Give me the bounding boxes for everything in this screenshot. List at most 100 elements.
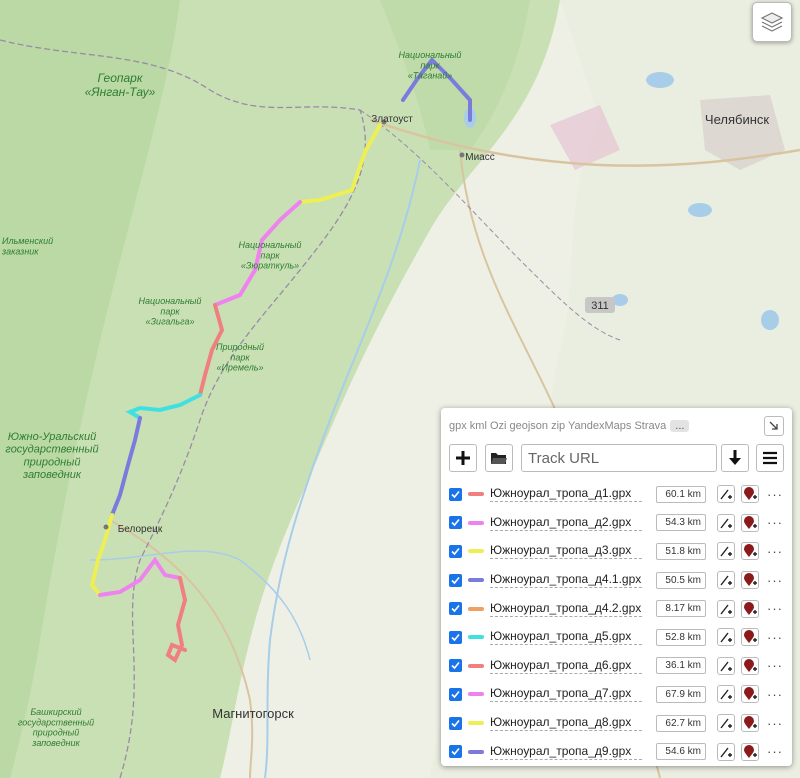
track-name[interactable]: Южноурал_тропа_д4.2.gpx <box>490 601 642 617</box>
measure-button[interactable] <box>717 485 735 504</box>
track-more-button[interactable]: ··· <box>767 573 783 588</box>
track-row: Южноурал_тропа_д4.1.gpx 50.5 km ··· <box>449 566 784 595</box>
track-color-swatch <box>468 721 484 726</box>
track-distance: 54.6 km <box>656 743 706 761</box>
formats-more-button[interactable]: ... <box>670 420 690 432</box>
track-name[interactable]: Южноурал_тропа_д8.gpx <box>490 715 642 732</box>
check-icon <box>451 605 460 613</box>
measure-button[interactable] <box>717 513 735 532</box>
pencil-plus-icon <box>720 690 732 700</box>
track-name[interactable]: Южноурал_тропа_д7.gpx <box>490 686 642 703</box>
track-name[interactable]: Южноурал_тропа_д3.gpx <box>490 543 642 560</box>
check-icon <box>451 547 460 556</box>
layers-icon <box>760 12 784 32</box>
track-distance: 36.1 km <box>656 657 706 675</box>
track-more-button[interactable]: ··· <box>767 515 783 530</box>
add-waypoint-button[interactable] <box>741 485 759 504</box>
track-row: Южноурал_тропа_д5.gpx 52.8 km ··· <box>449 623 784 652</box>
collapse-button[interactable] <box>764 416 784 436</box>
download-url-button[interactable] <box>721 444 749 472</box>
pencil-plus-icon <box>720 575 732 586</box>
add-waypoint-button[interactable] <box>741 685 759 704</box>
check-icon <box>451 490 460 498</box>
track-name[interactable]: Южноурал_тропа_д5.gpx <box>490 629 642 646</box>
add-waypoint-button[interactable] <box>741 714 759 733</box>
check-icon <box>451 748 460 756</box>
track-more-button[interactable]: ··· <box>767 630 783 645</box>
track-checkbox[interactable] <box>449 516 462 530</box>
check-icon <box>451 633 460 641</box>
track-checkbox[interactable] <box>449 602 462 616</box>
label-chelyabinsk: Челябинск <box>705 112 769 127</box>
track-color-swatch <box>468 520 484 525</box>
track-more-button[interactable]: ··· <box>767 544 783 559</box>
measure-button[interactable] <box>717 714 735 733</box>
track-more-button[interactable]: ··· <box>767 658 783 673</box>
label-magnitogorsk: Магнитогорск <box>212 706 294 721</box>
track-row: Южноурал_тропа_д7.gpx 67.9 km ··· <box>449 680 784 709</box>
marker-plus-icon <box>744 515 757 529</box>
label-beloretsk: Белорецк <box>118 524 163 535</box>
track-more-button[interactable]: ··· <box>767 744 783 759</box>
track-name[interactable]: Южноурал_тропа_д9.gpx <box>490 744 642 760</box>
pencil-plus-icon <box>720 661 732 672</box>
track-distance: 50.5 km <box>656 571 706 589</box>
track-url-input[interactable] <box>521 444 717 472</box>
track-color-swatch <box>468 578 484 583</box>
check-icon <box>451 576 460 584</box>
track-more-button[interactable]: ··· <box>767 601 783 616</box>
open-file-button[interactable] <box>485 444 513 472</box>
track-more-button[interactable]: ··· <box>767 687 783 702</box>
measure-button[interactable] <box>717 628 735 647</box>
check-icon <box>451 690 460 699</box>
hamburger-icon <box>763 451 777 465</box>
add-waypoint-button[interactable] <box>741 656 759 675</box>
track-distance: 60.1 km <box>656 485 706 503</box>
format-links[interactable]: gpx kml Ozi geojson zip YandexMaps Strav… <box>449 420 690 432</box>
track-checkbox[interactable] <box>449 630 462 644</box>
track-row: Южноурал_тропа_д8.gpx 62.7 km ··· <box>449 709 784 738</box>
measure-button[interactable] <box>717 685 735 704</box>
measure-button[interactable] <box>717 542 735 561</box>
track-color-swatch <box>468 606 484 611</box>
track-row: Южноурал_тропа_д2.gpx 54.3 km ··· <box>449 509 784 538</box>
track-panel: gpx kml Ozi geojson zip YandexMaps Strav… <box>441 408 792 766</box>
track-checkbox[interactable] <box>449 487 462 501</box>
track-checkbox[interactable] <box>449 659 462 673</box>
add-track-button[interactable] <box>449 444 477 472</box>
track-more-button[interactable]: ··· <box>767 716 783 731</box>
add-waypoint-button[interactable] <box>741 542 759 561</box>
track-checkbox[interactable] <box>449 716 462 730</box>
pencil-plus-icon <box>720 718 732 729</box>
track-name[interactable]: Южноурал_тропа_д4.1.gpx <box>490 572 642 589</box>
pencil-plus-icon <box>720 518 732 529</box>
track-checkbox[interactable] <box>449 573 462 587</box>
folder-icon <box>491 453 507 464</box>
check-icon <box>451 519 460 527</box>
track-row: Южноурал_тропа_д6.gpx 36.1 km ··· <box>449 652 784 681</box>
layers-button[interactable] <box>752 2 792 42</box>
measure-button[interactable] <box>717 571 735 590</box>
measure-button[interactable] <box>717 656 735 675</box>
measure-button[interactable] <box>717 599 735 618</box>
pencil-plus-icon <box>720 547 732 557</box>
add-waypoint-button[interactable] <box>741 571 759 590</box>
add-waypoint-button[interactable] <box>741 599 759 618</box>
track-name[interactable]: Южноурал_тропа_д1.gpx <box>490 486 642 503</box>
measure-button[interactable] <box>717 742 735 761</box>
track-checkbox[interactable] <box>449 687 462 701</box>
track-name[interactable]: Южноурал_тропа_д6.gpx <box>490 658 642 674</box>
track-name[interactable]: Южноурал_тропа_д2.gpx <box>490 515 642 531</box>
track-distance: 52.8 km <box>656 628 706 646</box>
format-list[interactable]: gpx kml Ozi geojson zip YandexMaps Strav… <box>449 420 666 432</box>
track-more-button[interactable]: ··· <box>767 487 783 502</box>
label-miass: Миасс <box>465 152 494 163</box>
track-row: Южноурал_тропа_д3.gpx 51.8 km ··· <box>449 537 784 566</box>
menu-button[interactable] <box>756 444 784 472</box>
marker-plus-icon <box>744 630 757 644</box>
add-waypoint-button[interactable] <box>741 628 759 647</box>
add-waypoint-button[interactable] <box>741 513 759 532</box>
track-checkbox[interactable] <box>449 745 462 759</box>
add-waypoint-button[interactable] <box>741 742 759 761</box>
track-checkbox[interactable] <box>449 544 462 558</box>
